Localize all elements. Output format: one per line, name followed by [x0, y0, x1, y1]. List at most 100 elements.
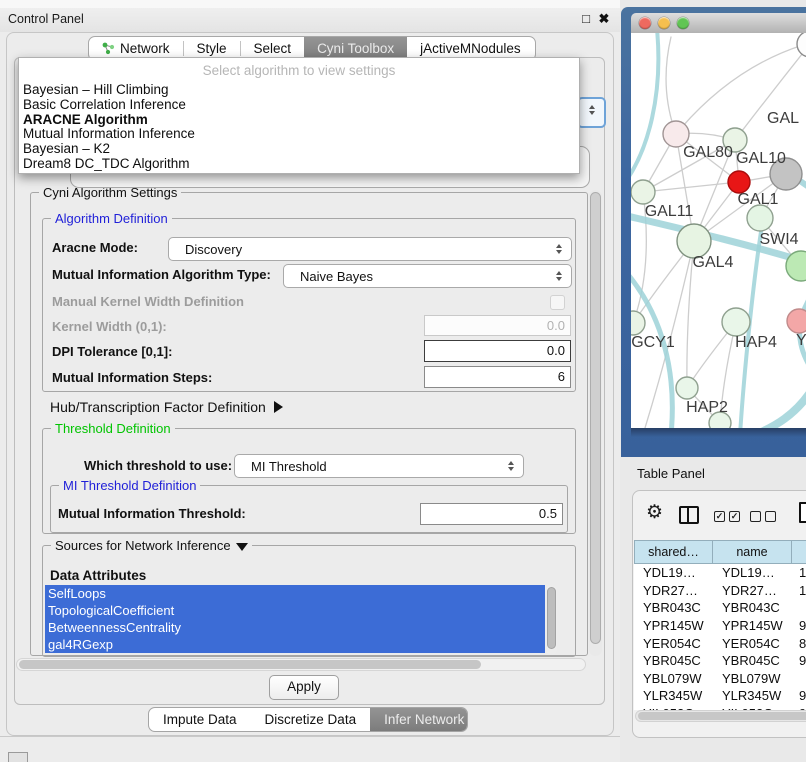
- node-label: HAP4: [735, 334, 777, 351]
- manual-kernel-width-checkbox[interactable]: [550, 295, 565, 310]
- network-edge[interactable]: [666, 37, 676, 134]
- table-cell[interactable]: YBR043C: [713, 600, 792, 615]
- aracne-mode-combo[interactable]: Discovery: [168, 237, 572, 261]
- settings-vertical-scrollbar[interactable]: [589, 190, 602, 656]
- network-node-gal4[interactable]: [677, 224, 711, 258]
- attribute-item[interactable]: BetweennessCentrality: [45, 619, 545, 636]
- mi-threshold-field[interactable]: 0.5: [420, 503, 563, 525]
- algorithm-option[interactable]: Bayesian – Hill Climbing: [19, 83, 579, 98]
- table-row[interactable]: YLR345WYLR345W9.: [634, 687, 806, 705]
- network-node-gal11[interactable]: [631, 180, 655, 204]
- table-row[interactable]: YBL079WYBL079W: [634, 670, 806, 688]
- table-cell[interactable]: YDR27…: [713, 583, 792, 598]
- table-row[interactable]: YBR045CYBR045C9.: [634, 652, 806, 670]
- window-shadow: [631, 428, 806, 437]
- column-header-shared[interactable]: shared…: [634, 540, 713, 564]
- settings-horizontal-scrollbar[interactable]: [16, 658, 586, 671]
- network-edge-thick[interactable]: [631, 33, 658, 185]
- apply-button[interactable]: Apply: [269, 675, 339, 700]
- table-row[interactable]: YDR27…YDR27…12: [634, 582, 806, 600]
- sources-collapse-header[interactable]: Sources for Network Inference: [51, 538, 252, 553]
- checked-pair-icon[interactable]: ✓✓: [714, 511, 740, 522]
- close-icon[interactable]: ✖: [596, 11, 612, 27]
- tab-impute-data[interactable]: Impute Data: [149, 708, 251, 731]
- divider: [0, 736, 625, 737]
- inference-algorithm-combo-fragment[interactable]: [577, 97, 606, 128]
- attribute-item[interactable]: gal4RGexp: [45, 636, 545, 653]
- resize-grip[interactable]: [8, 752, 28, 762]
- table-cell[interactable]: YBL079W: [634, 671, 713, 686]
- table-cell[interactable]: YLR345W: [634, 688, 713, 703]
- close-traffic-light[interactable]: [639, 17, 651, 29]
- table-row[interactable]: YBR043CYBR043C: [634, 599, 806, 617]
- tab-label: Network: [120, 41, 170, 56]
- table-cell[interactable]: 9.: [792, 688, 806, 703]
- table-cell[interactable]: 9.: [792, 653, 806, 668]
- table-cell[interactable]: YPR145W: [634, 618, 713, 633]
- algorithm-option[interactable]: Bayesian – K2: [19, 142, 579, 157]
- table-cell[interactable]: YDL19…: [713, 565, 792, 580]
- collapse-arrow-icon: [236, 543, 248, 551]
- network-node[interactable]: [797, 33, 806, 57]
- columns-icon[interactable]: [679, 506, 699, 524]
- table-row[interactable]: YER054CYER054C8.: [634, 634, 806, 652]
- table-cell[interactable]: YER054C: [713, 636, 792, 651]
- control-panel-window: Control Panel □ ✖ Network Style Select: [0, 8, 620, 736]
- network-node-swi4[interactable]: [747, 205, 773, 231]
- mi-steps-field[interactable]: 6: [424, 366, 571, 388]
- table-cell[interactable]: 13: [792, 565, 806, 580]
- algorithm-option[interactable]: Basic Correlation Inference: [19, 98, 579, 113]
- table-cell[interactable]: YBR045C: [634, 653, 713, 668]
- table-cell[interactable]: YBR043C: [634, 600, 713, 615]
- attribute-list-scrollbar[interactable]: [546, 585, 557, 655]
- table-row[interactable]: YPR145WYPR145W9.: [634, 617, 806, 635]
- attribute-item[interactable]: SelfLoops: [45, 585, 545, 602]
- network-window-titlebar[interactable]: [631, 13, 806, 34]
- which-threshold-combo[interactable]: MI Threshold: [234, 454, 524, 478]
- mi-algorithm-type-combo[interactable]: Naive Bayes: [283, 264, 572, 288]
- column-header-partial[interactable]: A: [792, 540, 806, 564]
- network-canvas[interactable]: GALGAL80GAL10GAL1GAL11SWI4GAL4GCY1HAP4YH…: [631, 33, 806, 428]
- gear-icon[interactable]: ⚙: [646, 503, 663, 522]
- table-cell[interactable]: YBR045C: [713, 653, 792, 668]
- combo-arrows-icon: [503, 461, 519, 471]
- tab-infer-network[interactable]: Infer Network: [370, 708, 468, 731]
- minimize-traffic-light[interactable]: [658, 17, 670, 29]
- document-icon[interactable]: [799, 502, 806, 523]
- network-node-gcy1[interactable]: [631, 311, 645, 335]
- dpi-tolerance-field[interactable]: 0.0: [424, 340, 571, 362]
- table-horizontal-scrollbar[interactable]: [635, 710, 806, 722]
- column-header-name[interactable]: name: [713, 540, 792, 564]
- table-cell[interactable]: YDR27…: [634, 583, 713, 598]
- kernel-width-field[interactable]: 0.0: [424, 315, 571, 336]
- network-node-y[interactable]: [787, 309, 806, 333]
- node-label: GAL1: [738, 191, 779, 208]
- group-title: Algorithm Definition: [51, 211, 172, 226]
- attribute-item[interactable]: TopologicalCoefficient: [45, 602, 545, 619]
- data-attributes-label: Data Attributes: [50, 568, 146, 583]
- table-cell[interactable]: YLR345W: [713, 688, 792, 703]
- node-label: HAP2: [686, 399, 728, 416]
- table-cell[interactable]: 8.: [792, 636, 806, 651]
- unchecked-pair-icon[interactable]: [750, 511, 776, 522]
- table-cell[interactable]: YBL079W: [713, 671, 792, 686]
- algorithm-option[interactable]: Mutual Information Inference: [19, 127, 579, 142]
- table-cell[interactable]: YER054C: [634, 636, 713, 651]
- hub-definition-expander[interactable]: Hub/Transcription Factor Definition: [50, 399, 283, 415]
- table-cell[interactable]: 9.: [792, 618, 806, 633]
- network-edge-thick[interactable]: [749, 381, 806, 428]
- node-label: GAL: [767, 110, 799, 127]
- network-node-hap2[interactable]: [676, 377, 698, 399]
- table-cell[interactable]: YDL19…: [634, 565, 713, 580]
- kernel-width-label: Kernel Width (0,1):: [52, 319, 167, 334]
- table-cell[interactable]: YPR145W: [713, 618, 792, 633]
- float-window-icon[interactable]: □: [578, 11, 594, 27]
- table-cell[interactable]: 12: [792, 583, 806, 598]
- algorithm-option[interactable]: Dream8 DC_TDC Algorithm: [19, 157, 579, 172]
- network-node-hap4[interactable]: [722, 308, 750, 336]
- maximize-traffic-light[interactable]: [677, 17, 689, 29]
- network-node-gal1[interactable]: [728, 171, 750, 193]
- tab-discretize-data[interactable]: Discretize Data: [251, 708, 371, 731]
- algorithm-option-selected[interactable]: ARACNE Algorithm: [19, 113, 579, 128]
- table-row[interactable]: YDL19…YDL19…13: [634, 564, 806, 582]
